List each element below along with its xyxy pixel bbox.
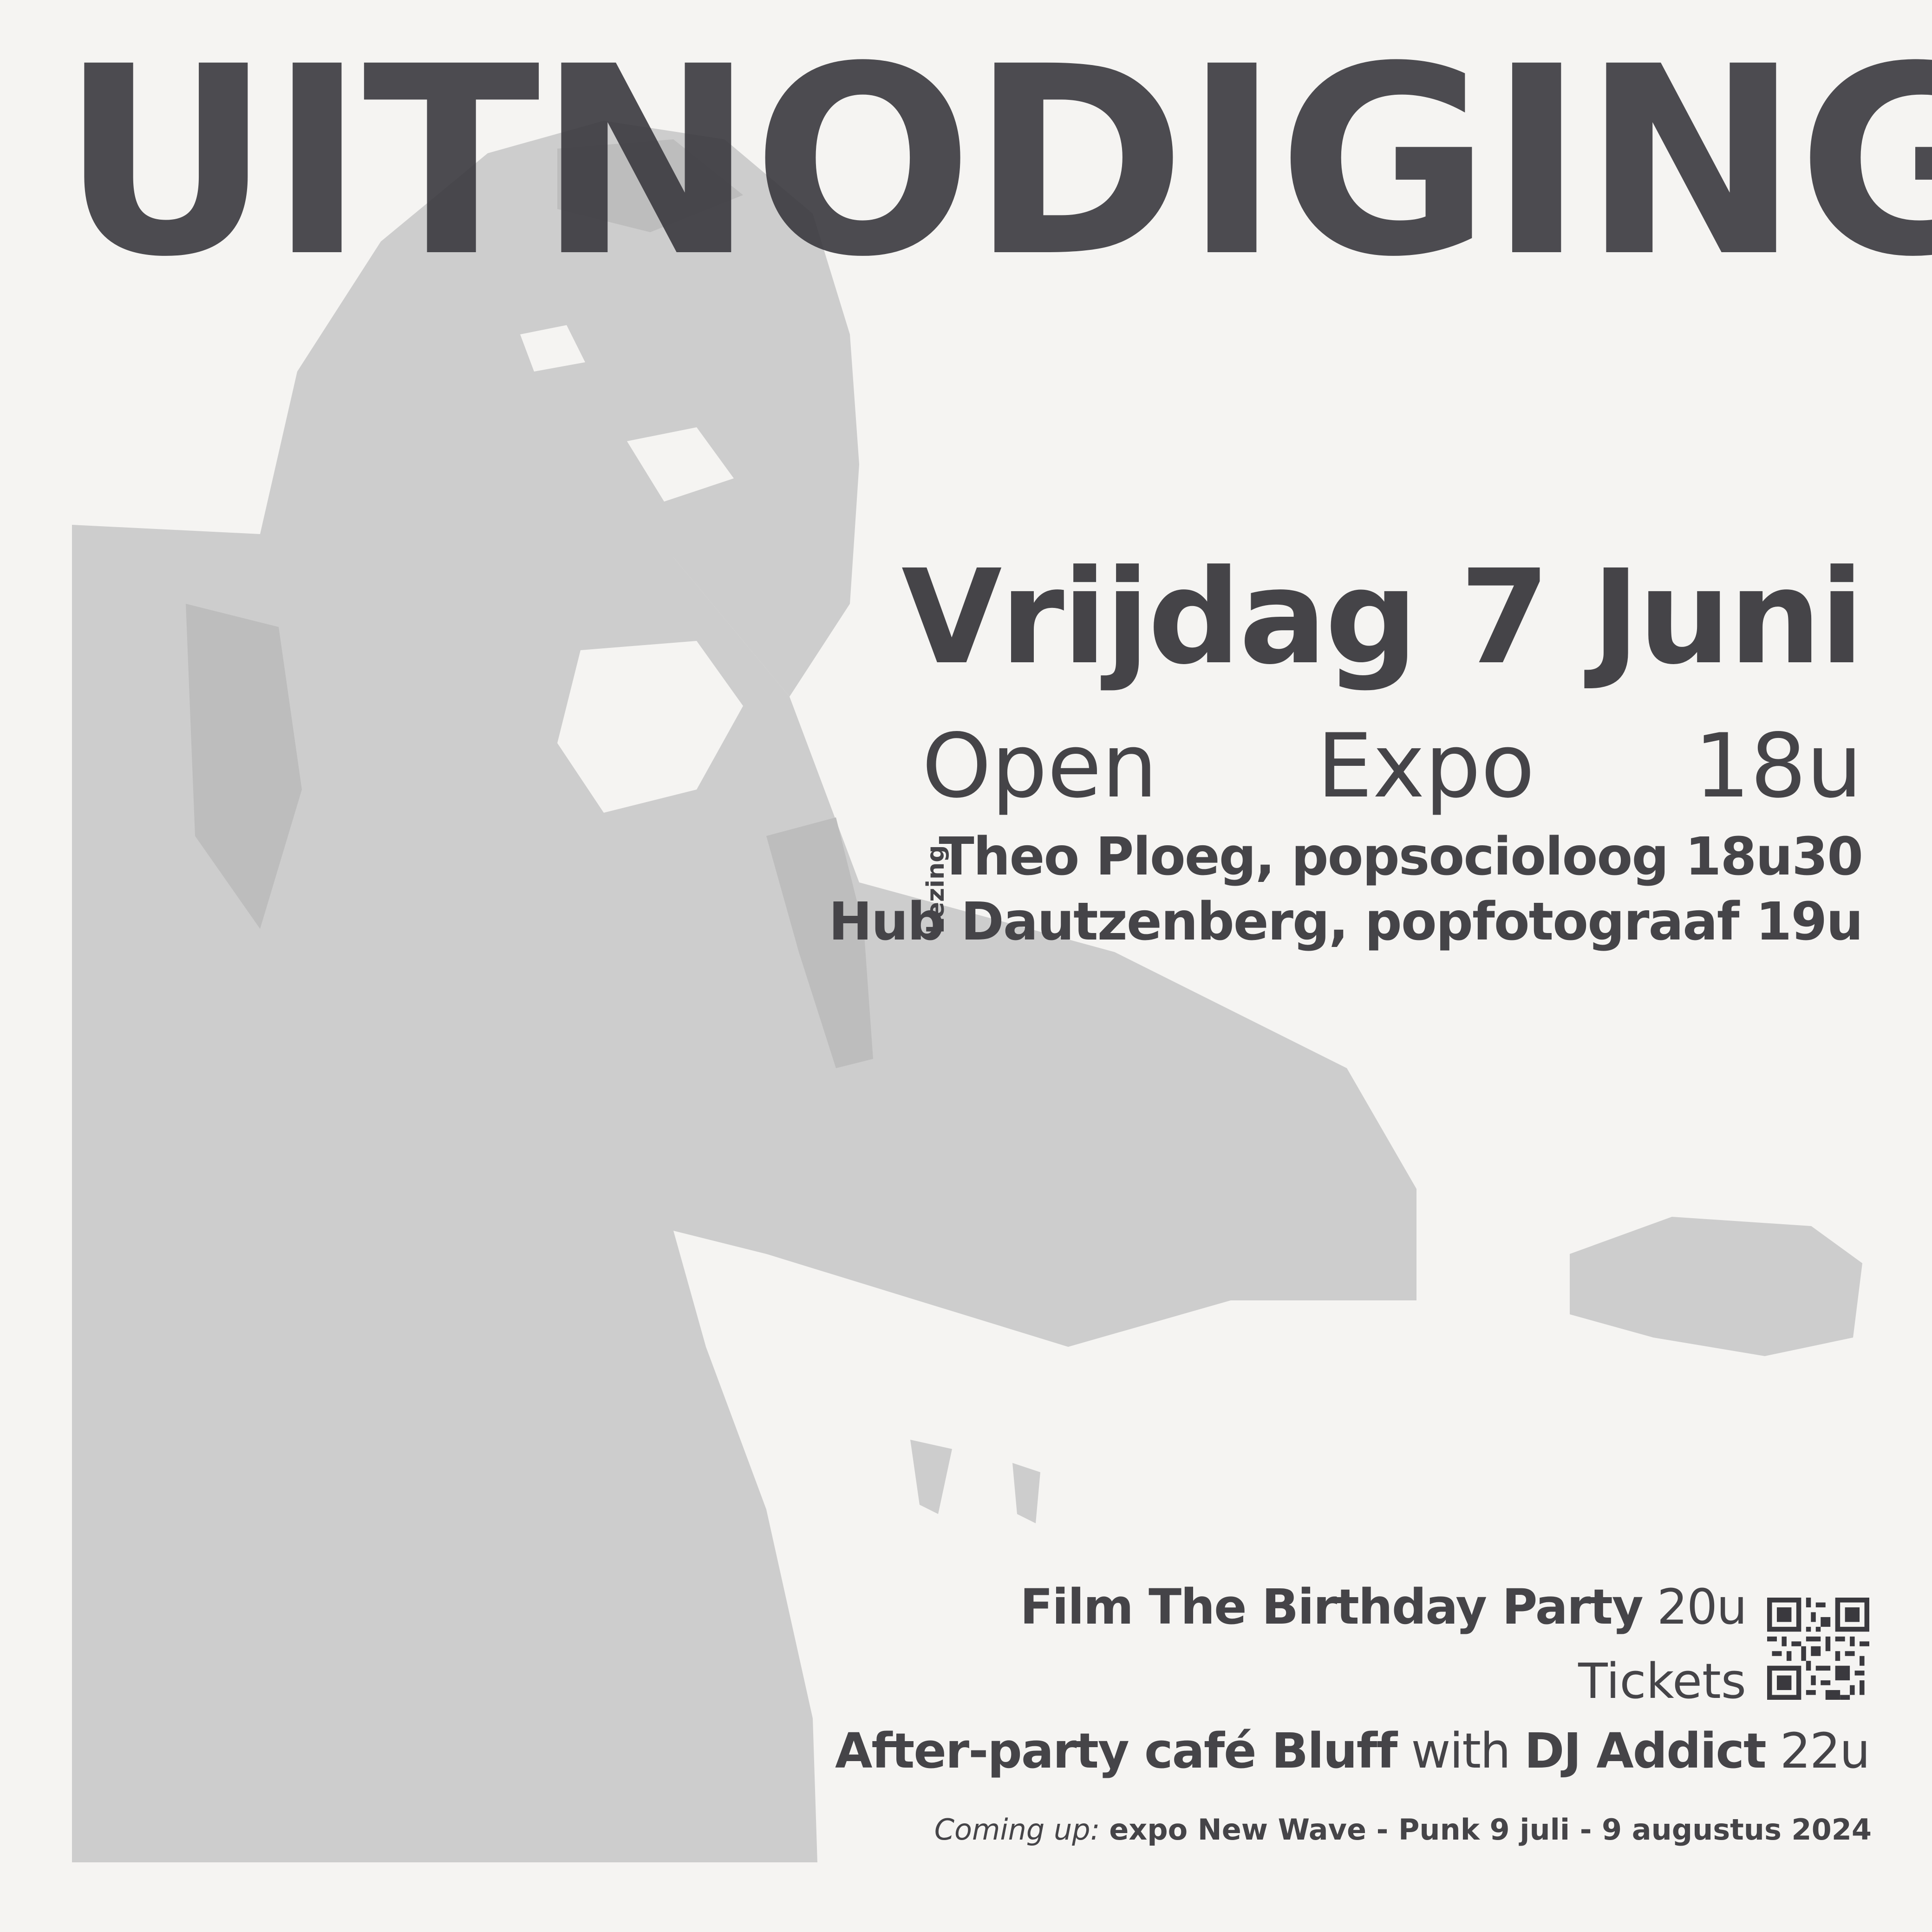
event-date: Vrijdag 7 Juni (901, 542, 1864, 693)
coming-up-label: Coming up: (934, 1813, 1100, 1847)
open-expo-time: 18u (1694, 715, 1862, 817)
expo-word: Expo (1317, 715, 1535, 817)
qr-code[interactable] (1767, 1598, 1869, 1700)
film-time: 20u (1657, 1579, 1747, 1635)
afterparty-dj: DJ Addict (1524, 1723, 1767, 1779)
film-line: Film The Birthday Party 20u (1020, 1579, 1747, 1635)
lecture-item: Hub Dautzenberg, popfotograaf 19u (829, 892, 1863, 952)
open-expo-line: Open Expo 18u (922, 718, 1862, 815)
afterparty-venue: After-party café Bluff (835, 1723, 1397, 1779)
lecture-item: Theo Ploeg, popsocioloog 18u30 (939, 827, 1863, 887)
film-label: Film The Birthday Party (1020, 1579, 1643, 1635)
tickets-link[interactable]: Tickets (1578, 1653, 1746, 1709)
afterparty-line: After-party café Bluff with DJ Addict 22… (835, 1723, 1870, 1779)
open-word: Open (922, 715, 1158, 817)
coming-up-line: Coming up: expo New Wave - Punk 9 juli -… (934, 1811, 1872, 1848)
afterparty-with: with (1411, 1723, 1511, 1779)
invitation-title: UITNODIGING (60, 11, 1932, 314)
coming-up-text: expo New Wave - Punk 9 juli - 9 augustus… (1109, 1813, 1872, 1847)
afterparty-time: 22u (1780, 1723, 1870, 1779)
